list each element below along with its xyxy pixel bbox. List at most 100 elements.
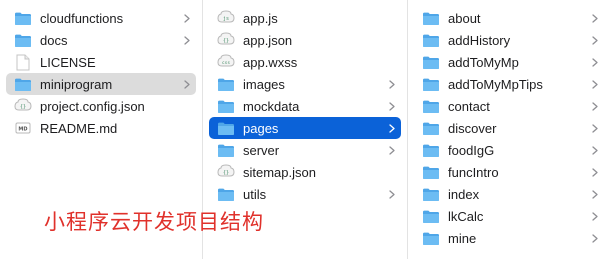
file-item-sitemap-json[interactable]: {} sitemap.json: [209, 161, 401, 183]
item-label: addToMyMpTips: [448, 76, 543, 92]
chevron-right-icon: [592, 73, 598, 95]
item-label: project.config.json: [40, 98, 145, 114]
folder-item-addtomymptips[interactable]: addToMyMpTips: [414, 73, 604, 95]
folder-item-foodigg[interactable]: foodIgG: [414, 139, 604, 161]
item-label: mockdata: [243, 98, 300, 114]
folder-icon: [215, 73, 237, 95]
item-label: utils: [243, 186, 267, 202]
js-file-icon: js: [215, 7, 237, 29]
folder-icon: [420, 95, 442, 117]
folder-icon: [420, 139, 442, 161]
folder-icon: [215, 95, 237, 117]
file-item-app-wxss[interactable]: css app.wxss: [209, 51, 401, 73]
folder-icon: [420, 73, 442, 95]
file-item-project-config-json[interactable]: {} project.config.json: [6, 95, 196, 117]
item-label: app.json: [243, 32, 293, 48]
item-label: foodIgG: [448, 142, 495, 158]
folder-item-lkcalc[interactable]: lkCalc: [414, 205, 604, 227]
chevron-right-icon: [592, 139, 598, 161]
svg-text:css: css: [222, 61, 230, 66]
chevron-right-icon: [592, 205, 598, 227]
folder-item-addhistory[interactable]: addHistory: [414, 29, 604, 51]
folder-item-mine[interactable]: mine: [414, 227, 604, 249]
chevron-right-icon: [592, 29, 598, 51]
folder-item-miniprogram[interactable]: miniprogram: [6, 73, 196, 95]
chevron-right-icon: [389, 183, 395, 205]
folder-icon: [12, 29, 34, 51]
folder-item-images[interactable]: images: [209, 73, 401, 95]
item-label: discover: [448, 120, 497, 136]
chevron-right-icon: [184, 29, 190, 51]
folder-item-pages[interactable]: pages: [209, 117, 401, 139]
column-pages[interactable]: about addHistory addToMyMp addToMyMpTips con…: [408, 0, 610, 259]
chevron-right-icon: [592, 7, 598, 29]
chevron-right-icon: [592, 183, 598, 205]
folder-item-addtomymp[interactable]: addToMyMp: [414, 51, 604, 73]
folder-item-utils[interactable]: utils: [209, 183, 401, 205]
item-label: app.wxss: [243, 54, 298, 70]
chevron-right-icon: [592, 95, 598, 117]
item-label: miniprogram: [40, 76, 113, 92]
folder-icon: [215, 139, 237, 161]
item-label: LICENSE: [40, 54, 96, 70]
folder-item-cloudfunctions[interactable]: cloudfunctions: [6, 7, 196, 29]
folder-item-discover[interactable]: discover: [414, 117, 604, 139]
document-icon: [12, 51, 34, 73]
folder-icon: [215, 117, 237, 139]
item-label: index: [448, 186, 480, 202]
chevron-right-icon: [389, 139, 395, 161]
chevron-right-icon: [592, 161, 598, 183]
chevron-right-icon: [592, 227, 598, 249]
folder-item-server[interactable]: server: [209, 139, 401, 161]
item-label: images: [243, 76, 285, 92]
svg-text:{}: {}: [20, 104, 26, 110]
file-item-license[interactable]: LICENSE: [6, 51, 196, 73]
svg-text:js: js: [223, 16, 229, 22]
caption-overlay: 小程序云开发项目结构: [44, 210, 264, 234]
folder-icon: [420, 227, 442, 249]
folder-item-about[interactable]: about: [414, 7, 604, 29]
column-browser: cloudfunctions docs LICENSE miniprogram {} pr…: [0, 0, 610, 259]
folder-icon: [215, 183, 237, 205]
item-label: README.md: [40, 120, 118, 136]
folder-item-mockdata[interactable]: mockdata: [209, 95, 401, 117]
item-label: sitemap.json: [243, 164, 316, 180]
folder-icon: [420, 205, 442, 227]
chevron-right-icon: [592, 51, 598, 73]
chevron-right-icon: [184, 73, 190, 95]
chevron-right-icon: [389, 73, 395, 95]
item-label: contact: [448, 98, 490, 114]
item-label: server: [243, 142, 280, 158]
folder-item-contact[interactable]: contact: [414, 95, 604, 117]
item-label: pages: [243, 120, 279, 136]
folder-icon: [420, 117, 442, 139]
folder-icon: [420, 7, 442, 29]
item-label: docs: [40, 32, 68, 48]
chevron-right-icon: [389, 95, 395, 117]
json-file-icon: {}: [215, 161, 237, 183]
item-label: addHistory: [448, 32, 511, 48]
folder-icon: [12, 73, 34, 95]
folder-item-docs[interactable]: docs: [6, 29, 196, 51]
file-item-app-js[interactable]: js app.js: [209, 7, 401, 29]
file-item-readme-md[interactable]: MD README.md: [6, 117, 196, 139]
folder-icon: [420, 161, 442, 183]
item-label: about: [448, 10, 481, 26]
svg-text:{}: {}: [223, 170, 229, 176]
item-label: cloudfunctions: [40, 10, 124, 26]
item-label: app.js: [243, 10, 278, 26]
folder-item-funcintro[interactable]: funcIntro: [414, 161, 604, 183]
svg-text:{}: {}: [223, 38, 229, 44]
item-label: funcIntro: [448, 164, 499, 180]
svg-text:MD: MD: [18, 127, 27, 133]
file-item-app-json[interactable]: {} app.json: [209, 29, 401, 51]
folder-icon: [420, 183, 442, 205]
item-label: addToMyMp: [448, 54, 519, 70]
wxss-file-icon: css: [215, 51, 237, 73]
chevron-right-icon: [184, 7, 190, 29]
json-file-icon: {}: [12, 95, 34, 117]
folder-icon: [420, 51, 442, 73]
markdown-file-icon: MD: [12, 117, 34, 139]
folder-item-index[interactable]: index: [414, 183, 604, 205]
json-file-icon: {}: [215, 29, 237, 51]
